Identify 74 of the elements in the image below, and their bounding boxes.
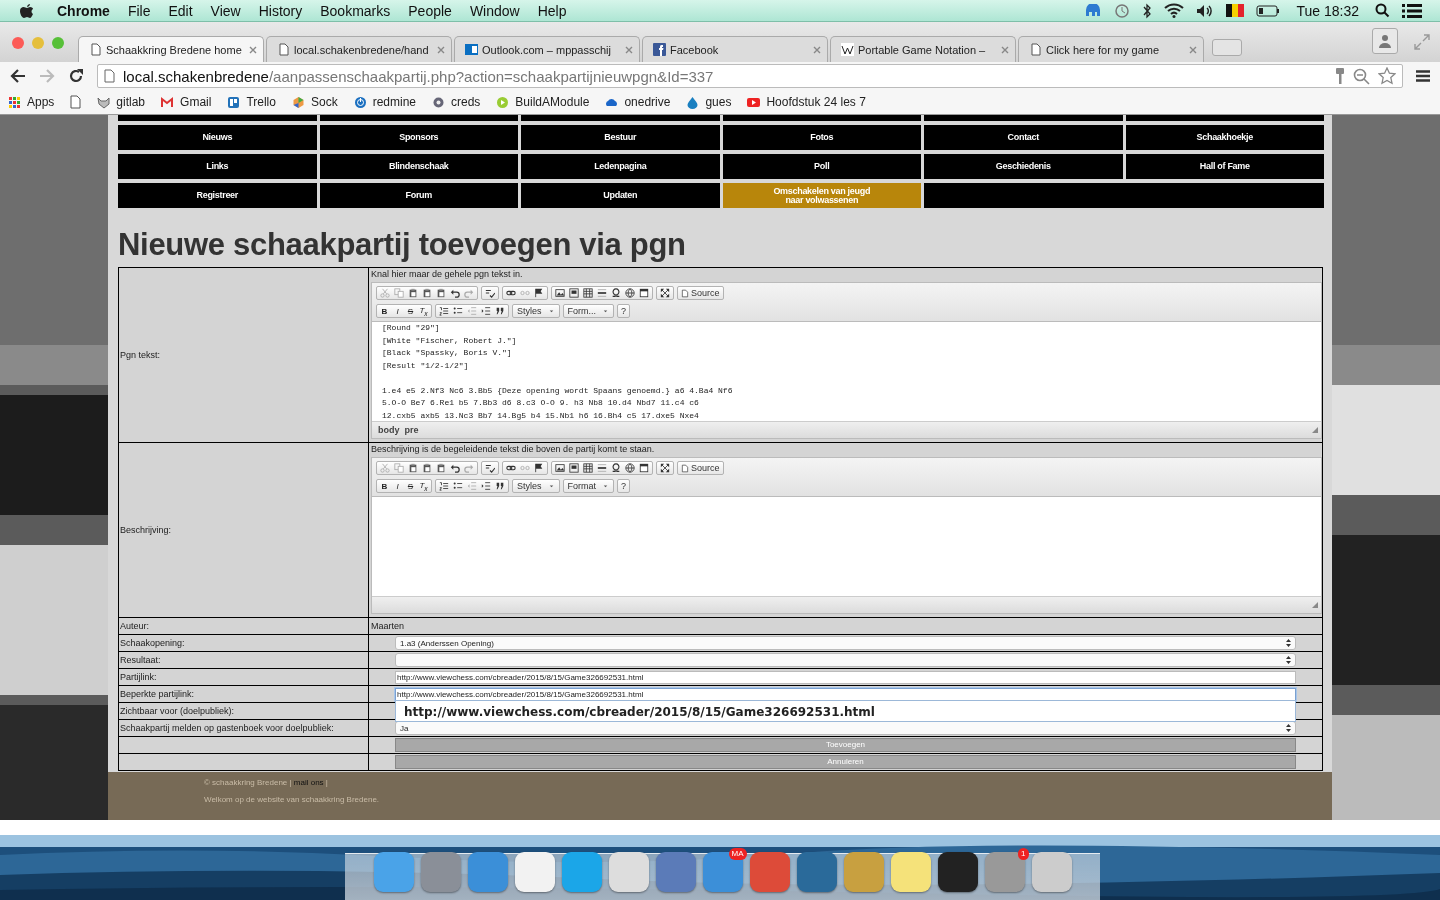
tab-title: Schaakkring Bredene home [106, 43, 243, 56]
page-icon [104, 69, 115, 83]
drop-icon [686, 95, 700, 109]
notification-badge: MA [728, 848, 747, 860]
mail-icon [161, 95, 175, 109]
close-icon[interactable] [813, 45, 821, 54]
bookmark[interactable]: Hoofdstuk 24 les 7 [747, 95, 866, 109]
close-icon[interactable] [1189, 45, 1197, 54]
list-icon[interactable] [1402, 3, 1422, 18]
hexagon-icon [291, 95, 305, 109]
w-letter-icon [841, 43, 854, 56]
bookmark[interactable]: Trello [227, 95, 276, 109]
browser-tab[interactable]: Click here for my game [1018, 36, 1204, 62]
profile-button[interactable] [1372, 28, 1398, 54]
board-icon [227, 95, 241, 109]
mail-icon [465, 43, 478, 56]
bluetooth-icon[interactable] [1142, 2, 1153, 19]
tab-title: Facebook [670, 43, 720, 56]
address-bar[interactable]: local.schakenbredene/aanpassenschaakpartij.php?action=schaakpartijnieuwpgn&Id=337 [97, 64, 1403, 88]
browser-tab[interactable]: local.schakenbredene/hand [266, 36, 452, 62]
reload-icon[interactable] [68, 68, 84, 84]
bookmark[interactable]: Sock [291, 95, 338, 109]
power-icon [353, 95, 367, 109]
tab-title: Outlook.com – mppasschij [482, 43, 612, 56]
app-menu[interactable]: Chrome [48, 2, 119, 19]
bookmark[interactable]: BuildAModule [496, 95, 590, 109]
bookmark[interactable]: gues [686, 95, 732, 109]
notification-badge: 1 [1018, 848, 1029, 860]
play-icon [496, 95, 510, 109]
page-icon[interactable] [70, 95, 82, 109]
star-icon[interactable] [1378, 67, 1396, 85]
bookmark[interactable]: Gmail [161, 95, 212, 109]
apple-logo-icon[interactable] [20, 2, 34, 19]
browser-tab[interactable]: Schaakkring Bredene home [78, 36, 264, 62]
close-icon[interactable] [249, 45, 257, 54]
bookmark[interactable]: redmine [353, 95, 416, 109]
clock-text[interactable]: Tue 18:32 [1286, 2, 1369, 19]
menu-item[interactable]: Help [528, 2, 576, 19]
tab-title: Click here for my game [1046, 43, 1161, 56]
clock-icon[interactable] [1114, 2, 1131, 19]
fox-icon [97, 95, 111, 109]
person-icon [1378, 34, 1392, 48]
flag-icon[interactable] [1226, 4, 1245, 17]
volume-icon[interactable] [1196, 3, 1215, 18]
browser-tab[interactable]: Outlook.com – mppasschij [454, 36, 640, 62]
menu-icon[interactable] [1416, 70, 1430, 82]
menu-item[interactable]: Window [460, 2, 529, 19]
gear-icon [432, 95, 445, 109]
search-icon[interactable] [1375, 3, 1390, 18]
menu-item[interactable]: History [249, 2, 312, 19]
square-icon [653, 43, 666, 56]
menu-item[interactable]: View [201, 2, 250, 19]
bookmark[interactable]: Apps [8, 95, 55, 109]
browser-tab[interactable]: Facebook [642, 36, 828, 62]
tab-title: local.schakenbredene/hand [294, 43, 430, 56]
close-icon[interactable] [437, 45, 445, 54]
video-icon [747, 95, 761, 109]
close-icon[interactable] [1001, 45, 1009, 54]
key-icon[interactable] [1335, 67, 1345, 85]
wifi-icon[interactable] [1164, 3, 1185, 18]
browser-tab[interactable]: Portable Game Notation – [830, 36, 1016, 62]
menu-item[interactable]: People [399, 2, 461, 19]
menu-item[interactable]: File [118, 2, 160, 19]
tab-title: Portable Game Notation – [858, 43, 987, 56]
menu-item[interactable]: Edit [159, 2, 202, 19]
menu-item[interactable]: Bookmarks [311, 2, 400, 19]
bookmark[interactable]: onedrive [605, 95, 671, 109]
bookmark[interactable]: gitlab [97, 95, 146, 109]
close-icon[interactable] [625, 45, 633, 54]
apps-icon [8, 95, 21, 109]
zoom-out-icon[interactable] [1353, 67, 1370, 85]
bookmark[interactable]: creds [432, 95, 481, 109]
back-icon[interactable] [10, 69, 26, 83]
battery-icon[interactable] [1256, 4, 1281, 17]
